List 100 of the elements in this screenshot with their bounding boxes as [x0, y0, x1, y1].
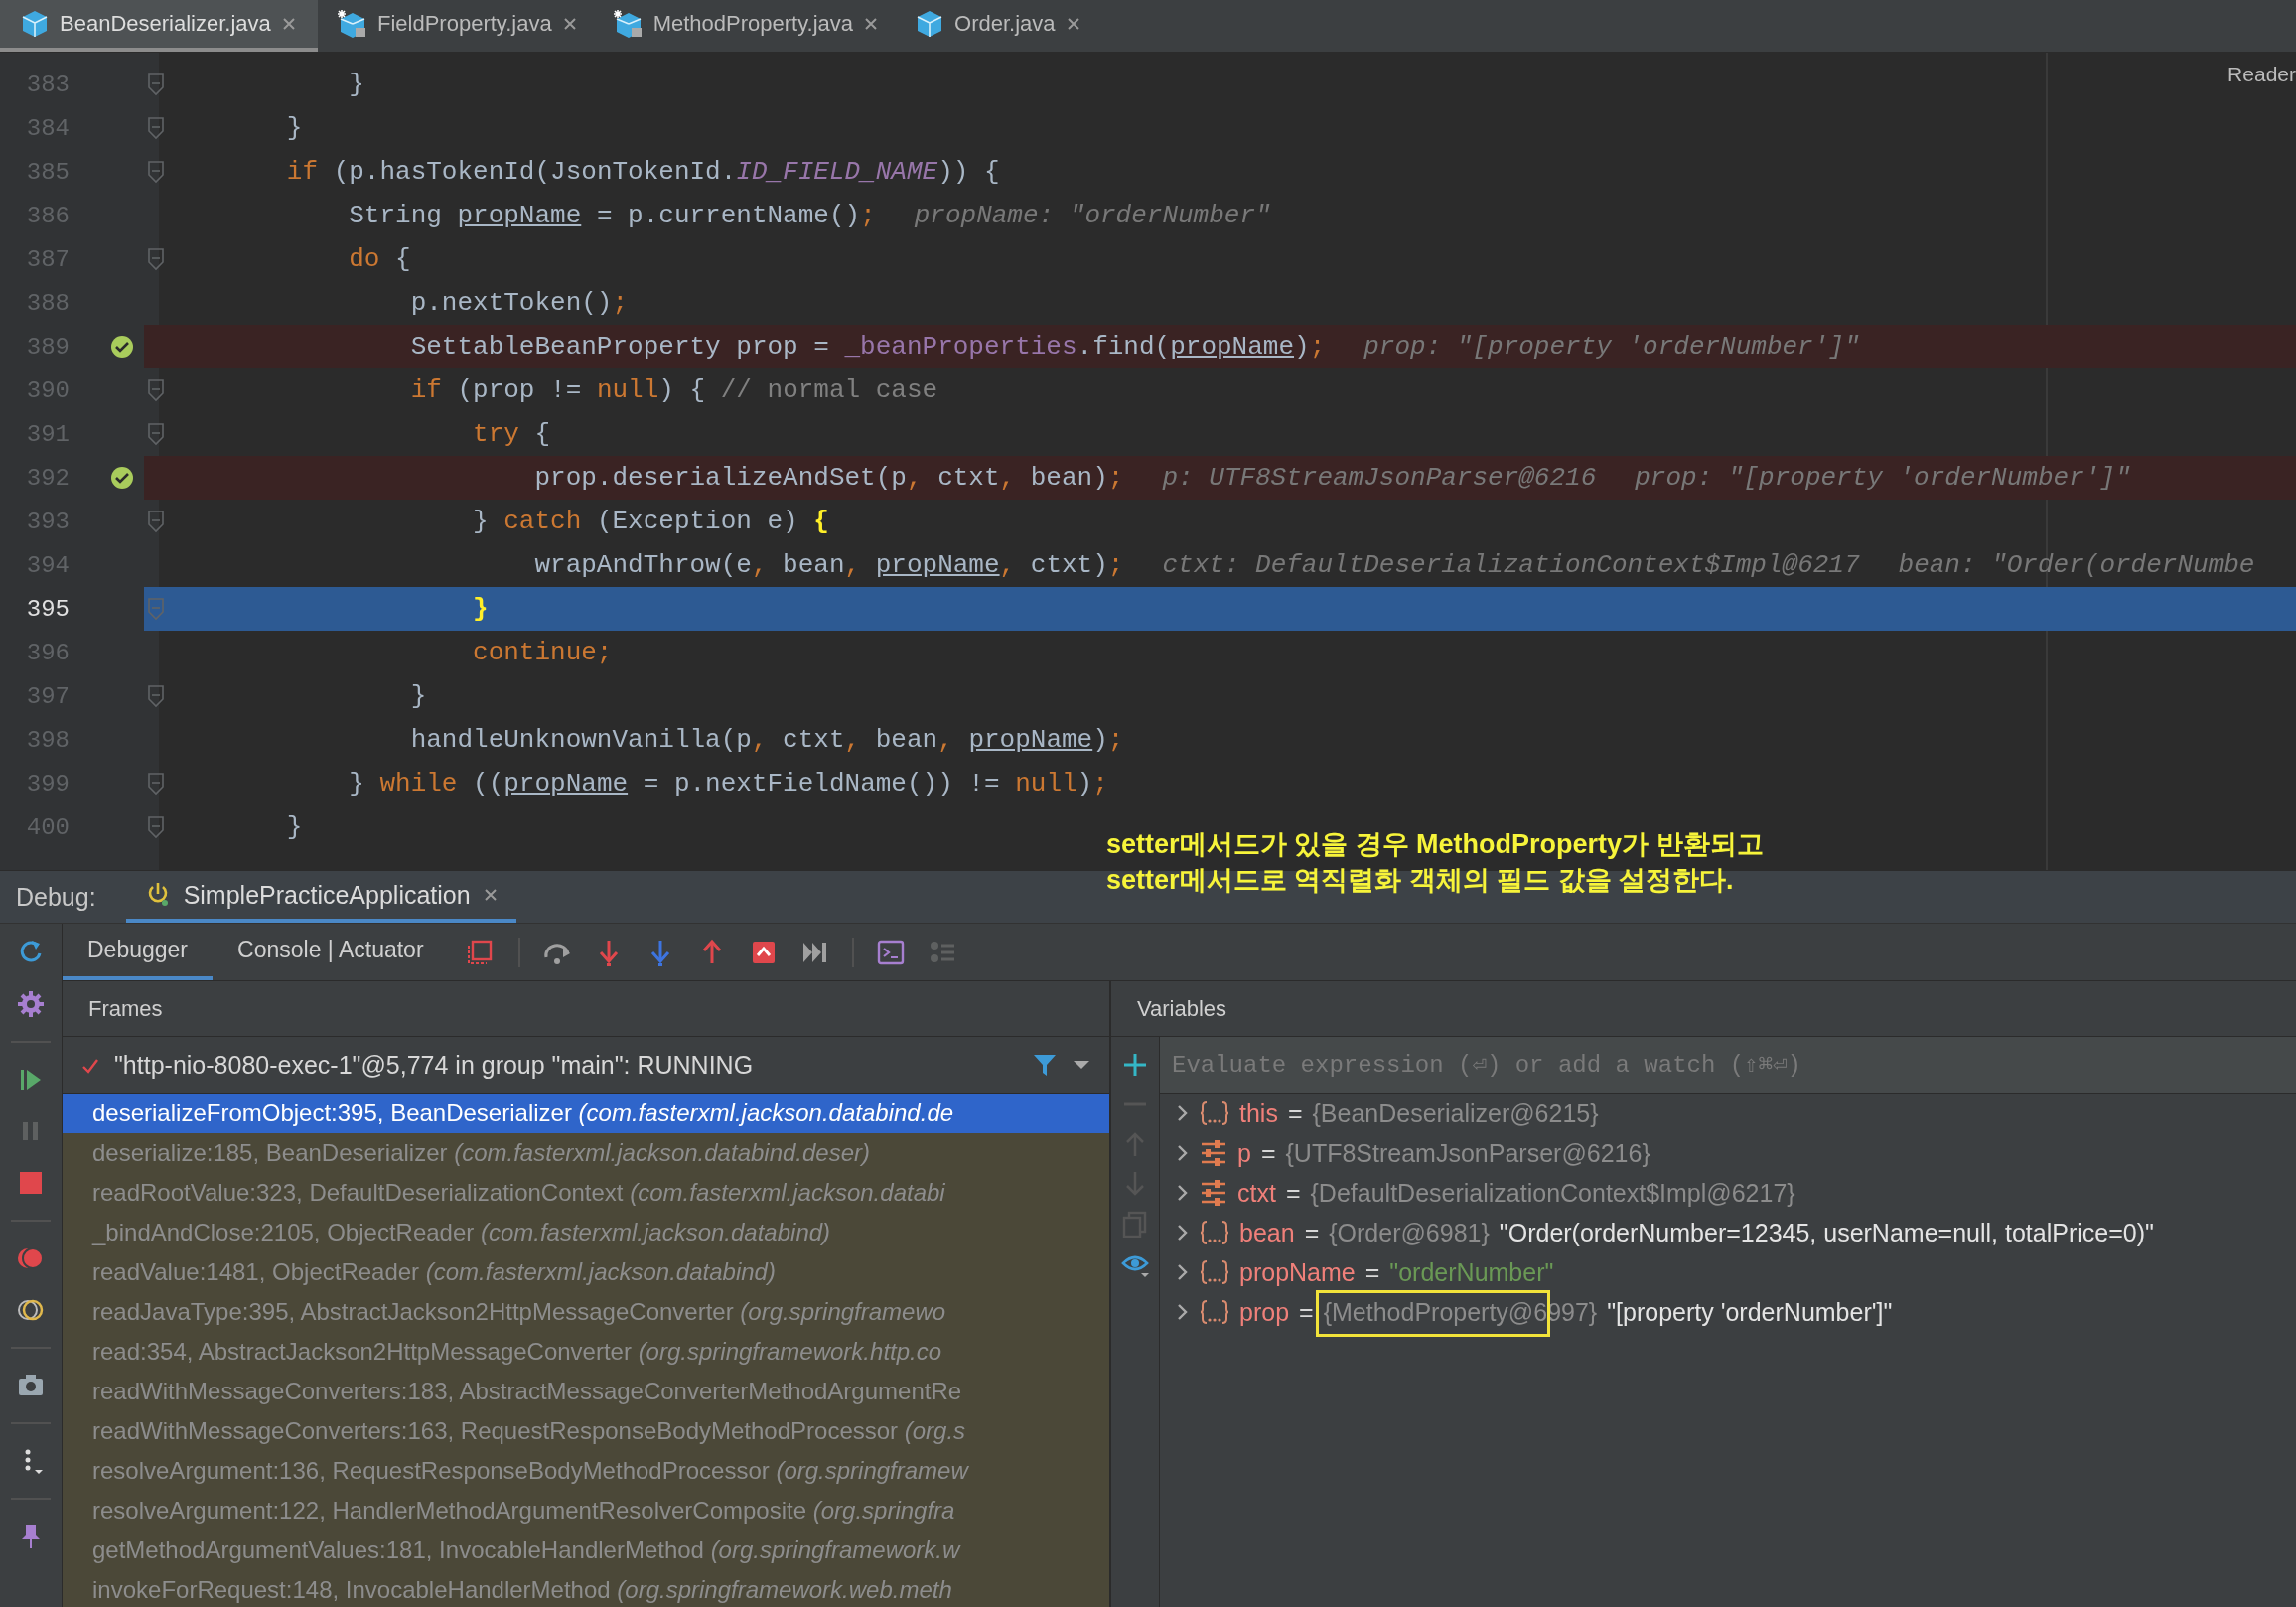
stack-frame[interactable]: readWithMessageConverters:183, AbstractMessageConverterMethodArgumentRe — [63, 1372, 1109, 1411]
pane-title: Frames — [63, 981, 1109, 1037]
code-token: null — [596, 375, 659, 405]
code-token: } — [472, 594, 489, 624]
code-token: , — [751, 550, 768, 580]
variable-value: "orderNumber" — [1389, 1257, 1554, 1287]
code-token: } — [472, 507, 490, 536]
sliders-icon — [1200, 1139, 1227, 1167]
fold-marker-icon[interactable] — [146, 772, 166, 796]
code-token: } — [285, 812, 303, 842]
code-token: ) — [1294, 332, 1310, 362]
code-token: propName — [503, 769, 629, 799]
variable-reference: {DefaultDeserializationContext$Impl@6217} — [1310, 1178, 1795, 1207]
settings-icon[interactable] — [16, 989, 46, 1019]
code-token: ; — [612, 288, 629, 318]
fold-marker-icon[interactable] — [146, 684, 166, 708]
inline-value-hint: propName: "orderNumber" — [914, 201, 1271, 230]
close-icon[interactable] — [482, 887, 499, 903]
stack-frame[interactable]: readWithMessageConverters:163, RequestResponseBodyMethodProcessor (org.s — [63, 1411, 1109, 1451]
equals-sign: = — [1287, 1098, 1303, 1128]
stack-frame[interactable]: resolveArgument:136, RequestResponseBodyMethodProcessor (org.springframew — [63, 1451, 1109, 1491]
equals-sign: = — [1285, 1178, 1301, 1208]
variable-name: propName — [1239, 1257, 1356, 1287]
variable-reference: {BeanDeserializer@6215} — [1312, 1098, 1599, 1127]
code-token: if — [409, 375, 442, 405]
code-token: ID_FIELD_NAME — [736, 157, 938, 187]
close-icon[interactable] — [280, 16, 297, 32]
code-token: while — [379, 769, 458, 799]
code-token: (Exception e) — [595, 507, 799, 536]
fold-marker-icon[interactable] — [146, 73, 166, 96]
code-token: ctxt — [782, 725, 845, 755]
variable-name: bean — [1239, 1218, 1295, 1247]
stack-frame[interactable]: invokeForRequest:148, InvocableHandlerMethod (org.springframework.web.meth — [63, 1570, 1109, 1607]
stack-frame[interactable]: resolveArgument:122, HandlerMethodArgumentResolverComposite (org.springfra — [63, 1491, 1109, 1531]
stack-frame[interactable]: deserializeFromObject:395, BeanDeserializer (com.fasterxml.jackson.databind.de — [63, 1094, 1109, 1133]
stack-frame[interactable]: getMethodArgumentValues:181, InvocableHandlerMethod (org.springframework.w — [63, 1531, 1109, 1570]
code-comment: // normal case — [720, 375, 938, 405]
code-token: String — [348, 201, 443, 230]
class-icon — [20, 9, 50, 39]
editor-tab[interactable]: MethodProperty.java — [593, 0, 896, 52]
fold-marker-icon[interactable] — [146, 160, 166, 184]
tool-window-title: Debug: — [16, 882, 96, 912]
code-token: continue; — [472, 638, 613, 667]
code-token: try — [472, 419, 519, 449]
stack-frame[interactable]: deserialize:185, BeanDeserializer (com.fasterxml.jackson.databind.deser) — [63, 1133, 1109, 1173]
code-token: , — [999, 463, 1016, 493]
code-token: , — [844, 725, 861, 755]
fold-marker-icon[interactable] — [146, 597, 166, 621]
reader-mode-label[interactable]: Reader — [2227, 63, 2296, 86]
code-token: (( — [472, 769, 504, 799]
code-token: , — [751, 725, 768, 755]
code-token: ; — [1107, 463, 1124, 493]
breakpoint-check-icon[interactable] — [110, 466, 134, 490]
inline-value-hint: p: UTF8StreamJsonParser@6216 — [1162, 463, 1597, 493]
fold-marker-icon[interactable] — [146, 247, 166, 271]
code-token: , — [844, 550, 862, 580]
close-icon[interactable] — [1065, 16, 1081, 32]
stack-frame[interactable]: readJavaType:395, AbstractJackson2HttpMessageConverter (org.springframewo — [63, 1292, 1109, 1332]
fold-marker-icon[interactable] — [146, 510, 166, 533]
code-token: } — [348, 70, 364, 99]
debugger-tab[interactable]: Debugger — [63, 924, 214, 980]
close-icon[interactable] — [863, 16, 880, 32]
thread-selector[interactable]: "http-nio-8080-exec-1"@5,774 in group "main": RUNNING — [114, 1050, 1018, 1080]
code-token: , — [999, 550, 1016, 580]
equals-sign: = — [1304, 1218, 1320, 1247]
code-token: do — [348, 244, 380, 274]
variable-reference: {UTF8StreamJsonParser@6216} — [1285, 1138, 1650, 1167]
inline-value-hint: ctxt: DefaultDeserializationContext$Impl@6217 — [1162, 550, 1860, 580]
breakpoint-check-icon[interactable] — [110, 335, 134, 359]
code-token: , — [906, 463, 923, 493]
editor-tab[interactable]: Order.java — [895, 0, 1097, 52]
stack-frame[interactable]: _bindAndClose:2105, ObjectReader (com.fasterxml.jackson.databind) — [63, 1213, 1109, 1252]
stack-frame[interactable]: readRootValue:323, DefaultDeserializationContext (com.fasterxml.jackson.databi — [63, 1173, 1109, 1213]
filter-icon[interactable] — [1032, 1052, 1058, 1078]
variable-value: "[property 'orderNumber']" — [1607, 1297, 1893, 1327]
locked-class-icon — [613, 9, 644, 39]
code-token: SettableBeanProperty prop = — [409, 332, 830, 362]
code-token: null — [1015, 769, 1077, 799]
fold-marker-icon[interactable] — [146, 815, 166, 839]
code-token: ) { — [658, 375, 707, 405]
debugger-tab[interactable]: Console | Actuator — [213, 924, 449, 980]
code-token: ; — [1107, 550, 1124, 580]
code-token: wrapAndThrow(e — [533, 550, 752, 580]
variable-name: ctxt — [1237, 1178, 1276, 1208]
stack-frame[interactable]: read:354, AbstractJackson2HttpMessageConverter (org.springframework.http.co — [63, 1332, 1109, 1372]
code-token: ) — [1092, 725, 1108, 755]
equals-sign: = — [1260, 1138, 1276, 1168]
variable-name: this — [1239, 1098, 1278, 1128]
stack-frame[interactable]: readValue:1481, ObjectReader (com.fasterxml.jackson.databind) — [63, 1252, 1109, 1292]
fold-marker-icon[interactable] — [146, 378, 166, 402]
fold-marker-icon[interactable] — [146, 116, 166, 140]
add-icon[interactable] — [1121, 1051, 1149, 1079]
code-token: prop.deserializeAndSet(p — [533, 463, 907, 493]
fold-marker-icon[interactable] — [146, 422, 166, 446]
session-tab[interactable]: SimplePracticeApplication — [125, 871, 516, 923]
editor-tab[interactable]: FieldProperty.java — [318, 0, 594, 52]
inline-value-hint: prop: "[property 'orderNumber']" — [1363, 332, 1860, 362]
inline-value-hint: prop: "[property 'orderNumber']" — [1635, 463, 2131, 493]
close-icon[interactable] — [561, 16, 578, 32]
editor-tab[interactable]: BeanDeserializer.java — [0, 0, 318, 52]
